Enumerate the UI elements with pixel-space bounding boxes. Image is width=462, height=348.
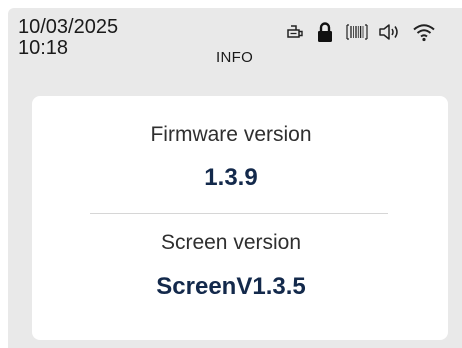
wifi-icon — [412, 22, 436, 42]
status-icons — [276, 20, 436, 44]
divider — [90, 213, 388, 214]
datetime: 10/03/2025 10:18 — [18, 17, 118, 59]
date-text: 10/03/2025 — [18, 16, 119, 38]
speaker-icon — [378, 22, 402, 42]
printer-icon — [284, 22, 306, 42]
page-title: INFO — [216, 49, 254, 66]
screen-version-label: Screen version — [160, 231, 302, 254]
firmware-version-label: Firmware version — [150, 123, 312, 146]
screen-version-value: ScreenV1.3.5 — [156, 273, 306, 300]
time-text: 10:18 — [18, 37, 69, 59]
lock-icon — [316, 21, 334, 43]
barcode-icon — [346, 23, 368, 41]
firmware-version-value: 1.3.9 — [204, 164, 258, 191]
